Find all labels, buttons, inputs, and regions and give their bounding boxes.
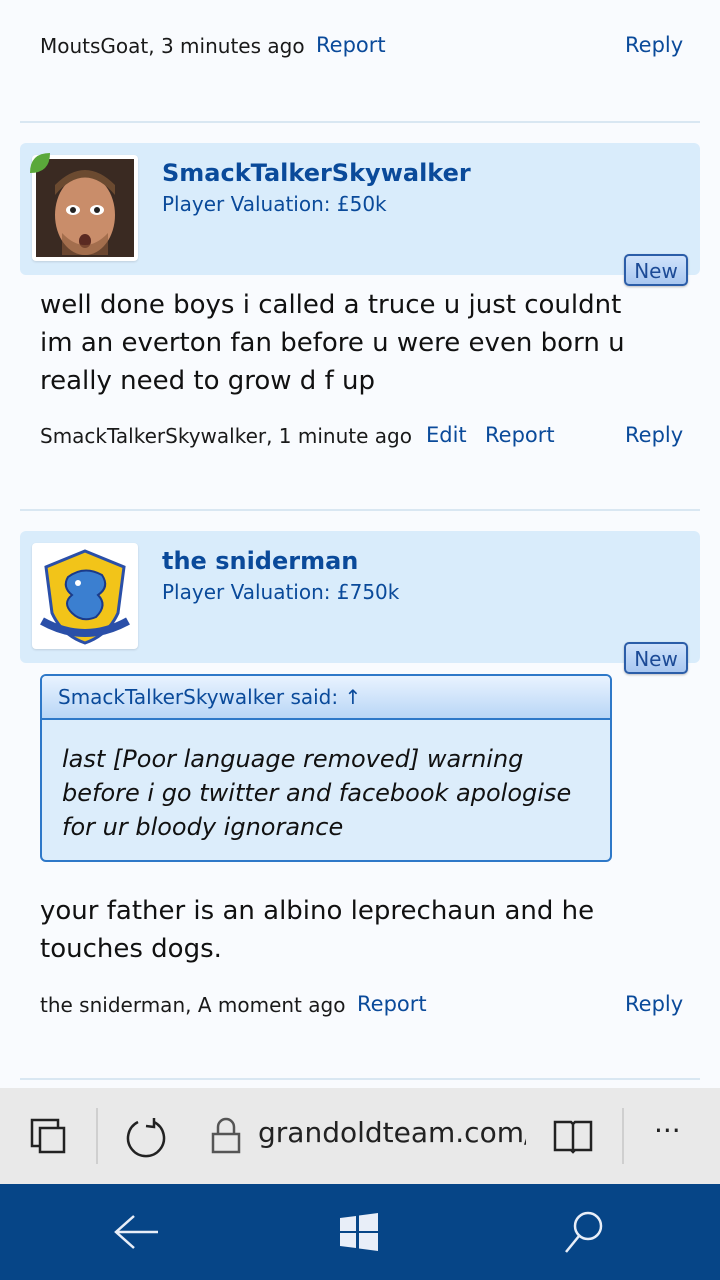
address-bar-url[interactable]: grandoldteam.com/t xyxy=(258,1116,526,1149)
divider xyxy=(20,509,700,511)
avatar[interactable] xyxy=(32,543,138,649)
report-link[interactable]: Report xyxy=(357,992,427,1016)
new-badge: New xyxy=(624,254,688,286)
toolbar-separator xyxy=(622,1108,624,1164)
comment-meta: MoutsGoat, 3 minutes ago xyxy=(40,34,305,58)
tabs-icon[interactable] xyxy=(28,1116,70,1158)
post-username[interactable]: the sniderman xyxy=(162,547,358,575)
reply-link[interactable]: Reply xyxy=(625,33,683,57)
quote-box: SmackTalkerSkywalker said: ↑ last [Poor … xyxy=(40,674,612,862)
report-link[interactable]: Report xyxy=(485,423,555,447)
post-meta: the sniderman, A moment ago xyxy=(40,993,346,1017)
refresh-icon[interactable] xyxy=(124,1116,168,1160)
toolbar-separator xyxy=(96,1108,98,1164)
system-navigation-bar xyxy=(0,1184,720,1280)
player-valuation: Player Valuation: £50k xyxy=(162,192,387,216)
post-body: well done boys i called a truce u just c… xyxy=(40,290,625,396)
report-link[interactable]: Report xyxy=(316,33,386,57)
post-body: your father is an albino leprechaun and … xyxy=(40,896,595,964)
new-badge: New xyxy=(624,642,688,674)
back-arrow-icon[interactable] xyxy=(112,1212,160,1252)
reading-view-icon[interactable] xyxy=(552,1116,594,1156)
post-header: SmackTalkerSkywalker Player Valuation: £… xyxy=(20,143,700,275)
reply-link[interactable]: Reply xyxy=(625,423,683,447)
player-valuation: Player Valuation: £750k xyxy=(162,580,400,604)
post-username[interactable]: SmackTalkerSkywalker xyxy=(162,159,471,187)
browser-toolbar: grandoldteam.com/t ··· xyxy=(0,1088,720,1184)
post-header: the sniderman Player Valuation: £750k xyxy=(20,531,700,663)
edit-link[interactable]: Edit xyxy=(426,423,467,447)
leaf-icon xyxy=(30,153,50,173)
search-icon[interactable] xyxy=(562,1208,606,1256)
more-options-icon[interactable]: ··· xyxy=(654,1114,681,1147)
crest-icon xyxy=(40,549,130,645)
quote-body: last [Poor language removed] warning bef… xyxy=(62,745,572,841)
divider xyxy=(20,121,700,123)
quote-header[interactable]: SmackTalkerSkywalker said: ↑ xyxy=(42,676,610,720)
reply-link[interactable]: Reply xyxy=(625,992,683,1016)
post-meta: SmackTalkerSkywalker, 1 minute ago xyxy=(40,424,412,448)
lock-icon xyxy=(211,1117,241,1154)
divider xyxy=(20,1078,700,1080)
windows-start-icon[interactable] xyxy=(338,1212,380,1252)
